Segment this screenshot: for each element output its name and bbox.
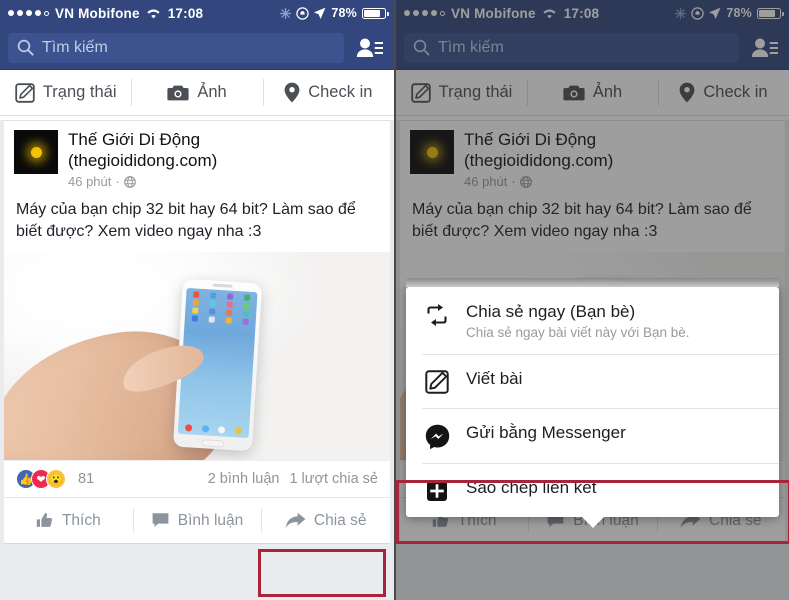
reaction-summary-row: 👍 ❤ 😮 81 2 bình luận 1 lượt chia sẻ — [4, 460, 390, 497]
menu-item-write-post-title: Viết bài — [466, 369, 523, 389]
menu-item-share-now-title: Chia sẻ ngay (Bạn bè) — [466, 302, 636, 321]
friend-requests-icon[interactable] — [352, 37, 386, 59]
meta-separator: · — [115, 174, 120, 190]
post-header: Thế Giới Di Động (thegioididong.com) 46 … — [4, 121, 390, 193]
left-phone-screen: VN Mobifone 17:08 78% Tìm kiếm Trạng thá… — [0, 0, 394, 600]
battery-icon — [362, 7, 389, 19]
post-body: Máy của bạn chip 32 bit hay 64 bit? Làm … — [16, 201, 356, 240]
page-name[interactable]: Thế Giới Di Động — [68, 130, 380, 151]
composer-checkin-button[interactable]: Check in — [262, 70, 394, 115]
comment-button-label: Bình luận — [177, 511, 244, 529]
post-action-bar: Thích Bình luận Chia sẻ — [4, 497, 390, 543]
location-pin-icon — [284, 82, 300, 103]
composer-status-label: Trạng thái — [42, 83, 117, 101]
rotation-lock-icon — [296, 6, 310, 20]
status-bar: VN Mobifone 17:08 78% — [0, 0, 394, 26]
share-button-highlight — [258, 549, 386, 597]
composer-photo-label: Ảnh — [197, 83, 227, 101]
menu-item-write-post[interactable]: Viết bài — [406, 354, 779, 408]
search-header: Tìm kiếm — [0, 26, 394, 70]
wifi-icon — [146, 8, 161, 19]
compose-status-icon — [15, 82, 35, 103]
signal-strength-icon — [8, 10, 49, 16]
composer-photo-button[interactable]: Ảnh — [131, 70, 262, 115]
copy-link-highlight — [396, 480, 789, 544]
messenger-icon — [422, 422, 452, 450]
reaction-count: 81 — [78, 471, 95, 487]
globe-icon — [123, 176, 136, 188]
write-post-icon — [422, 368, 452, 394]
composer-bar: Trạng thái Ảnh Check in — [0, 70, 394, 116]
post-author-block: Thế Giới Di Động (thegioididong.com) 46 … — [68, 130, 380, 189]
clock-label: 17:08 — [167, 5, 204, 21]
carrier-label: VN Mobifone — [55, 5, 140, 21]
menu-item-messenger[interactable]: Gửi bằng Messenger — [406, 408, 779, 463]
screenshot-stage: VN Mobifone 17:08 78% Tìm kiếm Trạng thá… — [0, 0, 789, 600]
menu-item-share-now-subtitle: Chia sẻ ngay bài viết này với Bạn bè. — [466, 325, 690, 341]
post-meta: 46 phút · — [68, 174, 380, 189]
share-button[interactable]: Chia sẻ — [261, 498, 390, 543]
alarm-icon — [280, 7, 292, 19]
search-icon — [17, 39, 34, 56]
share-count[interactable]: 1 lượt chia sẻ — [289, 471, 378, 487]
thumbs-up-icon — [36, 512, 54, 530]
right-phone-screen: VN Mobifone 17:08 78% Tìm kiếm Trạng thá… — [394, 0, 789, 600]
composer-status-button[interactable]: Trạng thái — [0, 70, 131, 115]
like-button[interactable]: Thích — [4, 498, 133, 543]
reaction-icons[interactable]: 👍 ❤ 😮 — [16, 469, 66, 489]
share-now-icon — [422, 301, 452, 327]
comment-count[interactable]: 2 bình luận — [208, 471, 280, 487]
battery-percent-label: 78% — [331, 6, 357, 20]
comment-icon — [151, 512, 170, 529]
composer-checkin-label: Check in — [308, 83, 373, 101]
camera-icon — [167, 84, 189, 102]
wow-reaction-icon: 😮 — [46, 469, 66, 489]
page-url[interactable]: (thegioididong.com) — [68, 151, 380, 172]
menu-item-share-now-body: Chia sẻ ngay (Bạn bè) Chia sẻ ngay bài v… — [466, 301, 763, 340]
news-feed[interactable]: Thế Giới Di Động (thegioididong.com) 46 … — [0, 120, 394, 600]
menu-item-write-post-body: Viết bài — [466, 368, 763, 389]
status-bar-right: 78% — [280, 6, 389, 20]
search-placeholder: Tìm kiếm — [42, 38, 108, 56]
like-button-label: Thích — [61, 511, 101, 529]
post-photo[interactable] — [4, 252, 390, 460]
menu-item-messenger-title: Gửi bằng Messenger — [466, 423, 626, 443]
post-card: Thế Giới Di Động (thegioididong.com) 46 … — [4, 120, 390, 544]
location-arrow-icon — [314, 7, 326, 19]
counts-right: 2 bình luận 1 lượt chia sẻ — [208, 471, 378, 487]
search-input[interactable]: Tìm kiếm — [8, 32, 344, 63]
post-timestamp: 46 phút — [68, 174, 112, 190]
menu-item-messenger-body: Gửi bằng Messenger — [466, 422, 763, 443]
avatar[interactable] — [14, 130, 58, 174]
menu-item-share-now[interactable]: Chia sẻ ngay (Bạn bè) Chia sẻ ngay bài v… — [406, 287, 779, 354]
share-arrow-icon — [285, 512, 306, 529]
comment-button[interactable]: Bình luận — [132, 498, 262, 543]
share-button-label: Chia sẻ — [313, 511, 367, 529]
